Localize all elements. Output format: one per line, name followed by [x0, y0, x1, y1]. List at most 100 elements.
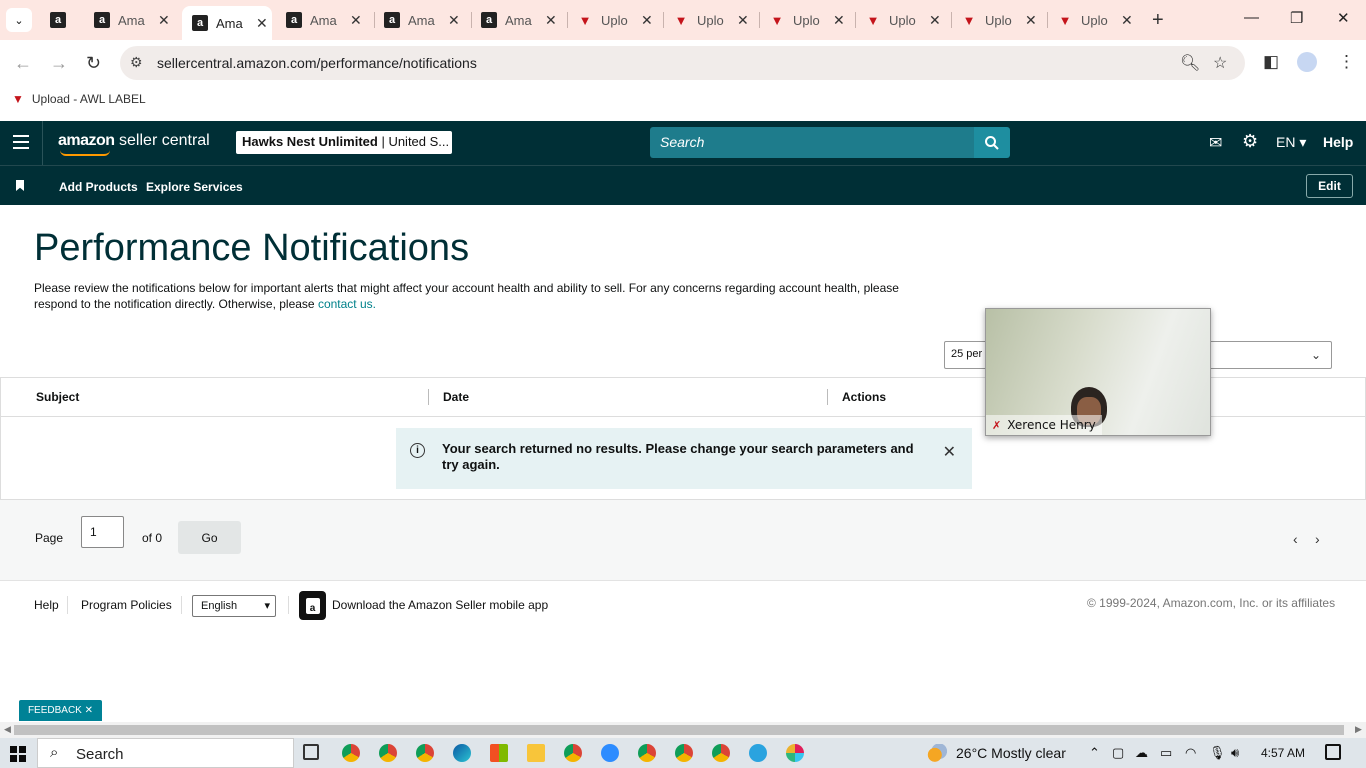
url-text[interactable]: sellercentral.amazon.com/performance/not…	[157, 55, 477, 71]
tab-close-icon[interactable]: ✕	[1121, 12, 1133, 29]
browser-tab[interactable]: a	[40, 6, 80, 34]
site-settings-icon[interactable]: ⚙	[130, 54, 143, 71]
chevron-left-icon[interactable]: ‹	[1293, 531, 1298, 547]
chrome-icon[interactable]	[712, 744, 730, 762]
browser-tab[interactable]: ▼ Uplo ✕	[951, 6, 1045, 34]
volume-icon[interactable]: 🔊︎	[1231, 745, 1239, 761]
footer-language-select[interactable]: English ▾	[192, 595, 276, 617]
minimize-icon[interactable]: —	[1244, 9, 1259, 26]
side-panel-icon[interactable]: ◧	[1263, 52, 1279, 72]
store-selector[interactable]: Hawks Nest Unlimited | United S...	[236, 131, 452, 154]
browser-tab[interactable]: a Ama ✕	[276, 6, 370, 34]
tab-search-chevron-icon[interactable]: ⌄	[6, 8, 32, 32]
messages-mail-icon[interactable]: ✉	[1209, 133, 1222, 153]
bookmark-star-icon[interactable]: ☆	[1213, 53, 1227, 73]
browser-tab[interactable]: ▼ Uplo ✕	[1047, 6, 1141, 34]
footer-help-link[interactable]: Help	[34, 598, 59, 612]
forward-arrow-icon[interactable]: →	[50, 53, 68, 74]
column-date[interactable]: Date	[443, 390, 469, 404]
language-selector[interactable]: EN ▾	[1276, 134, 1306, 151]
browser-tab-active[interactable]: a Ama ✕	[182, 6, 272, 40]
tab-close-icon[interactable]: ✕	[833, 12, 845, 29]
wifi-icon[interactable]: ◠	[1185, 745, 1196, 761]
browser-tab[interactable]: ▼ Uplo ✕	[567, 6, 661, 34]
search-button[interactable]	[974, 127, 1010, 158]
chrome-icon[interactable]	[342, 744, 360, 762]
browser-menu-icon[interactable]: ⋮	[1338, 52, 1355, 72]
tab-close-icon[interactable]: ✕	[1025, 12, 1037, 29]
chrome-icon[interactable]	[564, 744, 582, 762]
bookmark-item[interactable]: ▼ Upload - AWL LABEL	[12, 92, 146, 106]
tray-chevron-up-icon[interactable]: ⌃	[1089, 745, 1100, 761]
new-tab-plus-icon[interactable]: +	[1152, 9, 1164, 32]
tab-close-icon[interactable]: ✕	[350, 12, 362, 29]
browser-tab[interactable]: a Ama ✕	[374, 6, 468, 34]
onedrive-icon[interactable]: ☁	[1135, 745, 1148, 761]
chevron-right-icon[interactable]: ›	[1315, 531, 1320, 547]
bookmark-flag-icon[interactable]	[16, 180, 24, 191]
download-app-link[interactable]: Download the Amazon Seller mobile app	[332, 598, 548, 612]
profile-avatar-icon[interactable]	[1297, 52, 1317, 72]
scroll-right-icon[interactable]: ▶	[1355, 724, 1362, 735]
close-icon[interactable]: ✕	[85, 705, 93, 716]
header-search-input[interactable]: Search	[650, 127, 975, 158]
taskbar-clock[interactable]: 4:57 AM	[1261, 746, 1305, 760]
meet-now-icon[interactable]: ▢	[1112, 745, 1124, 761]
battery-icon[interactable]: ▭	[1160, 745, 1172, 761]
upload-favicon-icon: ▼	[578, 12, 592, 28]
tab-close-icon[interactable]: ✕	[448, 12, 460, 29]
tab-close-icon[interactable]: ✕	[737, 12, 749, 29]
horizontal-scrollbar[interactable]: ◀ ▶	[0, 722, 1366, 738]
page-number-input[interactable]: 1	[81, 516, 124, 548]
hamburger-menu-icon[interactable]	[13, 135, 29, 149]
column-subject[interactable]: Subject	[36, 390, 79, 404]
seller-central-logo[interactable]: amazon seller central	[58, 132, 210, 156]
amazon-app-icon[interactable]: a	[299, 591, 326, 620]
zoom-app-icon[interactable]	[601, 744, 619, 762]
browser-tab[interactable]: ▼ Uplo ✕	[759, 6, 853, 34]
chrome-icon[interactable]	[675, 744, 693, 762]
file-explorer-icon[interactable]	[527, 744, 545, 762]
settings-gear-icon[interactable]: ⚙	[1242, 131, 1258, 152]
chrome-icon[interactable]	[379, 744, 397, 762]
notification-center-icon[interactable]	[1325, 744, 1341, 760]
browser-tab[interactable]: ▼ Uplo ✕	[663, 6, 757, 34]
tab-close-icon[interactable]: ✕	[158, 12, 170, 29]
zoom-icon[interactable]: 🔍︎	[1180, 53, 1200, 73]
taskbar-search-box[interactable]: ⌕ Search	[37, 738, 294, 768]
help-link[interactable]: Help	[1323, 134, 1353, 150]
store-icon[interactable]	[490, 744, 508, 762]
feedback-button[interactable]: FEEDBACK ✕	[19, 700, 102, 721]
scrollbar-thumb[interactable]	[14, 725, 1344, 735]
back-arrow-icon[interactable]: ←	[14, 53, 32, 74]
close-window-icon[interactable]: ✕	[1337, 9, 1350, 27]
edge-icon[interactable]	[453, 744, 471, 762]
tab-close-icon[interactable]: ✕	[929, 12, 941, 29]
slack-icon[interactable]	[786, 744, 804, 762]
contact-us-link[interactable]: contact us.	[318, 297, 376, 311]
tab-close-icon[interactable]: ✕	[545, 12, 557, 29]
scroll-left-icon[interactable]: ◀	[4, 724, 11, 735]
nav-add-products[interactable]: Add Products	[59, 180, 138, 194]
video-call-overlay[interactable]: ✗ Xerence Henry	[985, 308, 1211, 436]
chrome-icon[interactable]	[416, 744, 434, 762]
task-view-icon[interactable]	[303, 744, 319, 760]
tab-close-icon[interactable]: ✕	[641, 12, 653, 29]
browser-tab[interactable]: ▼ Uplo ✕	[855, 6, 949, 34]
telegram-icon[interactable]	[749, 744, 767, 762]
chrome-icon[interactable]	[638, 744, 656, 762]
microphone-icon[interactable]: 🎙︎	[1209, 745, 1226, 761]
restore-icon[interactable]: ❐	[1290, 9, 1303, 27]
reload-icon[interactable]: ↻	[86, 53, 101, 74]
browser-tab[interactable]: a Ama ✕	[471, 6, 565, 34]
tab-close-icon[interactable]: ✕	[256, 15, 268, 32]
browser-tab[interactable]: a Ama ✕	[84, 6, 178, 34]
footer-program-policies-link[interactable]: Program Policies	[81, 598, 172, 612]
address-bar[interactable]: ⚙ sellercentral.amazon.com/performance/n…	[120, 46, 1245, 80]
go-button[interactable]: Go	[178, 521, 241, 554]
weather-widget[interactable]: 26°C Mostly clear	[926, 744, 1066, 762]
close-icon[interactable]: ✕	[943, 442, 956, 462]
edit-button[interactable]: Edit	[1306, 174, 1353, 198]
windows-start-icon[interactable]	[10, 746, 26, 762]
nav-explore-services[interactable]: Explore Services	[146, 180, 243, 194]
